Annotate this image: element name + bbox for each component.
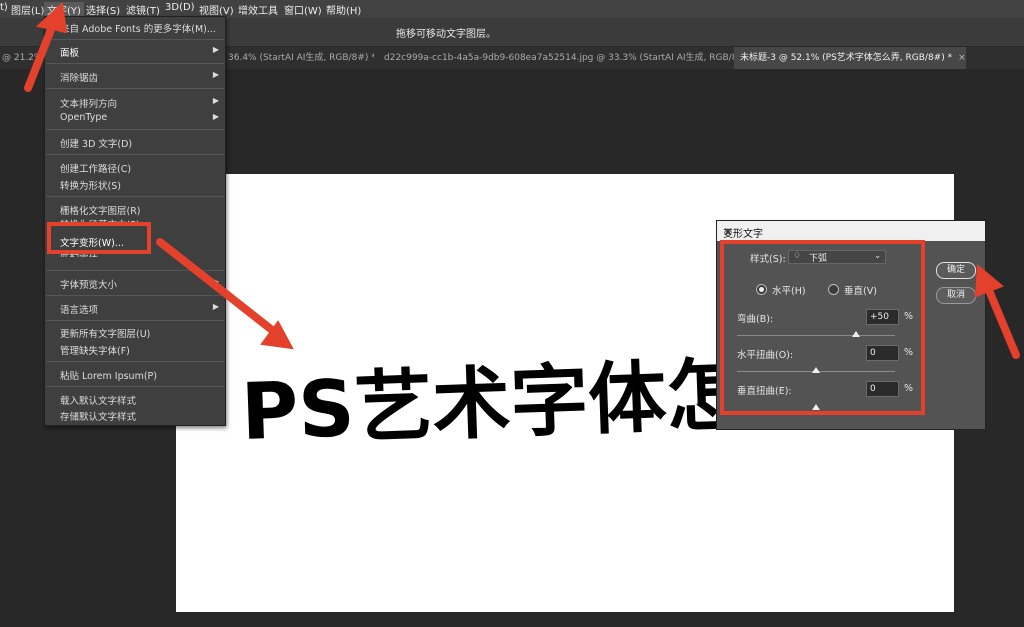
tab-doc-3[interactable]: d22c999a-cc1b-4a5a-9db9-608ea7a52514.jpg… [378,47,738,69]
submenu-arrow-icon: ▶ [212,277,219,286]
dialog-titlebar: 变形文字 ✕ [717,221,985,241]
menu-separator [46,129,224,130]
submenu-arrow-icon: ▶ [212,96,219,105]
tab-label: 36.4% (StartAI AI生成, RGB/8#) * [228,53,374,63]
submenu-arrow-icon: ▶ [212,45,219,54]
close-icon[interactable]: × [958,53,966,63]
menu-item-update-layers[interactable]: 更新所有文字图层(U) [60,326,150,340]
menu-separator [46,196,224,197]
arrow-to-ok-button [984,284,1020,359]
menu-separator [46,63,224,64]
menu-item-lorem[interactable]: 粘贴 Lorem Ipsum(P) [60,368,157,382]
menu-item-partial[interactable]: t) [0,2,8,13]
close-icon[interactable]: ✕ [723,225,979,239]
menu-item-opentype[interactable]: OpenType [60,112,107,123]
highlight-box-warp-menu [47,222,151,254]
submenu-arrow-icon: ▶ [212,302,219,311]
type-menu-dropdown: 来自 Adobe Fonts 的更多字体(M)... 面板 ▶ 消除锯齿 ▶ 文… [44,16,226,426]
tab-doc-2[interactable]: 36.4% (StartAI AI生成, RGB/8#) *× [228,47,374,69]
menu-help[interactable]: 帮助(H) [326,2,361,17]
menu-type[interactable]: 文字(Y) [44,2,84,17]
cancel-button[interactable]: 取消 [936,287,976,304]
menu-item-anti-alias[interactable]: 消除锯齿 [60,70,98,84]
menu-separator [46,154,224,155]
ok-button[interactable]: 确定 [936,262,976,279]
menu-item-preview-size[interactable]: 字体预览大小 [60,277,117,291]
tab-doc-1[interactable]: @ 21.2% [0,47,42,69]
menu-item-load-style[interactable]: 载入默认文字样式 [60,393,136,407]
submenu-arrow-icon: ▶ [212,112,219,121]
menu-3d[interactable]: 3D(D) [165,2,195,13]
menu-separator [46,361,224,362]
menu-window[interactable]: 窗口(W) [284,2,322,17]
submenu-arrow-icon: ▶ [212,70,219,79]
tab-doc-active[interactable]: 未标题-3 @ 52.1% (PS艺术字体怎么弄, RGB/8#) * × [734,47,966,69]
menu-item-save-style[interactable]: 存储默认文字样式 [60,409,136,423]
tab-label: @ 21.2% [2,53,42,63]
menu-separator [46,88,224,89]
menu-separator [46,386,224,387]
menu-separator [46,39,224,40]
menu-separator [46,295,224,296]
menu-layer[interactable]: 图层(L) [11,2,44,17]
menu-item-panels[interactable]: 面板 [60,45,79,59]
tab-label: d22c999a-cc1b-4a5a-9db9-608ea7a52514.jpg… [384,53,738,63]
menu-item-orientation[interactable]: 文本排列方向 [60,96,117,110]
menu-item-convert-shape[interactable]: 转换为形状(S) [60,178,121,192]
menu-item-missing-fonts[interactable]: 管理缺失字体(F) [60,343,130,357]
menu-select[interactable]: 选择(S) [86,2,120,17]
menu-item-language[interactable]: 语言选项 [60,302,98,316]
menu-view[interactable]: 视图(V) [199,2,234,17]
menu-filter[interactable]: 滤镜(T) [126,2,160,17]
menu-plugins[interactable]: 增效工具 [238,2,278,17]
highlight-box-dialog-settings [720,240,925,415]
menu-item-adobe-fonts[interactable]: 来自 Adobe Fonts 的更多字体(M)... [60,21,216,35]
menu-separator [46,270,224,271]
menu-separator [46,320,224,321]
menu-item-work-path[interactable]: 创建工作路径(C) [60,161,131,175]
menu-item-rasterize[interactable]: 栅格化文字图层(R) [60,203,141,217]
tab-label: 未标题-3 @ 52.1% (PS艺术字体怎么弄, RGB/8#) * [740,53,953,63]
hint-text: 拖移可移动文字图层。 [396,29,496,40]
menu-item-create-3d[interactable]: 创建 3D 文字(D) [60,136,132,150]
